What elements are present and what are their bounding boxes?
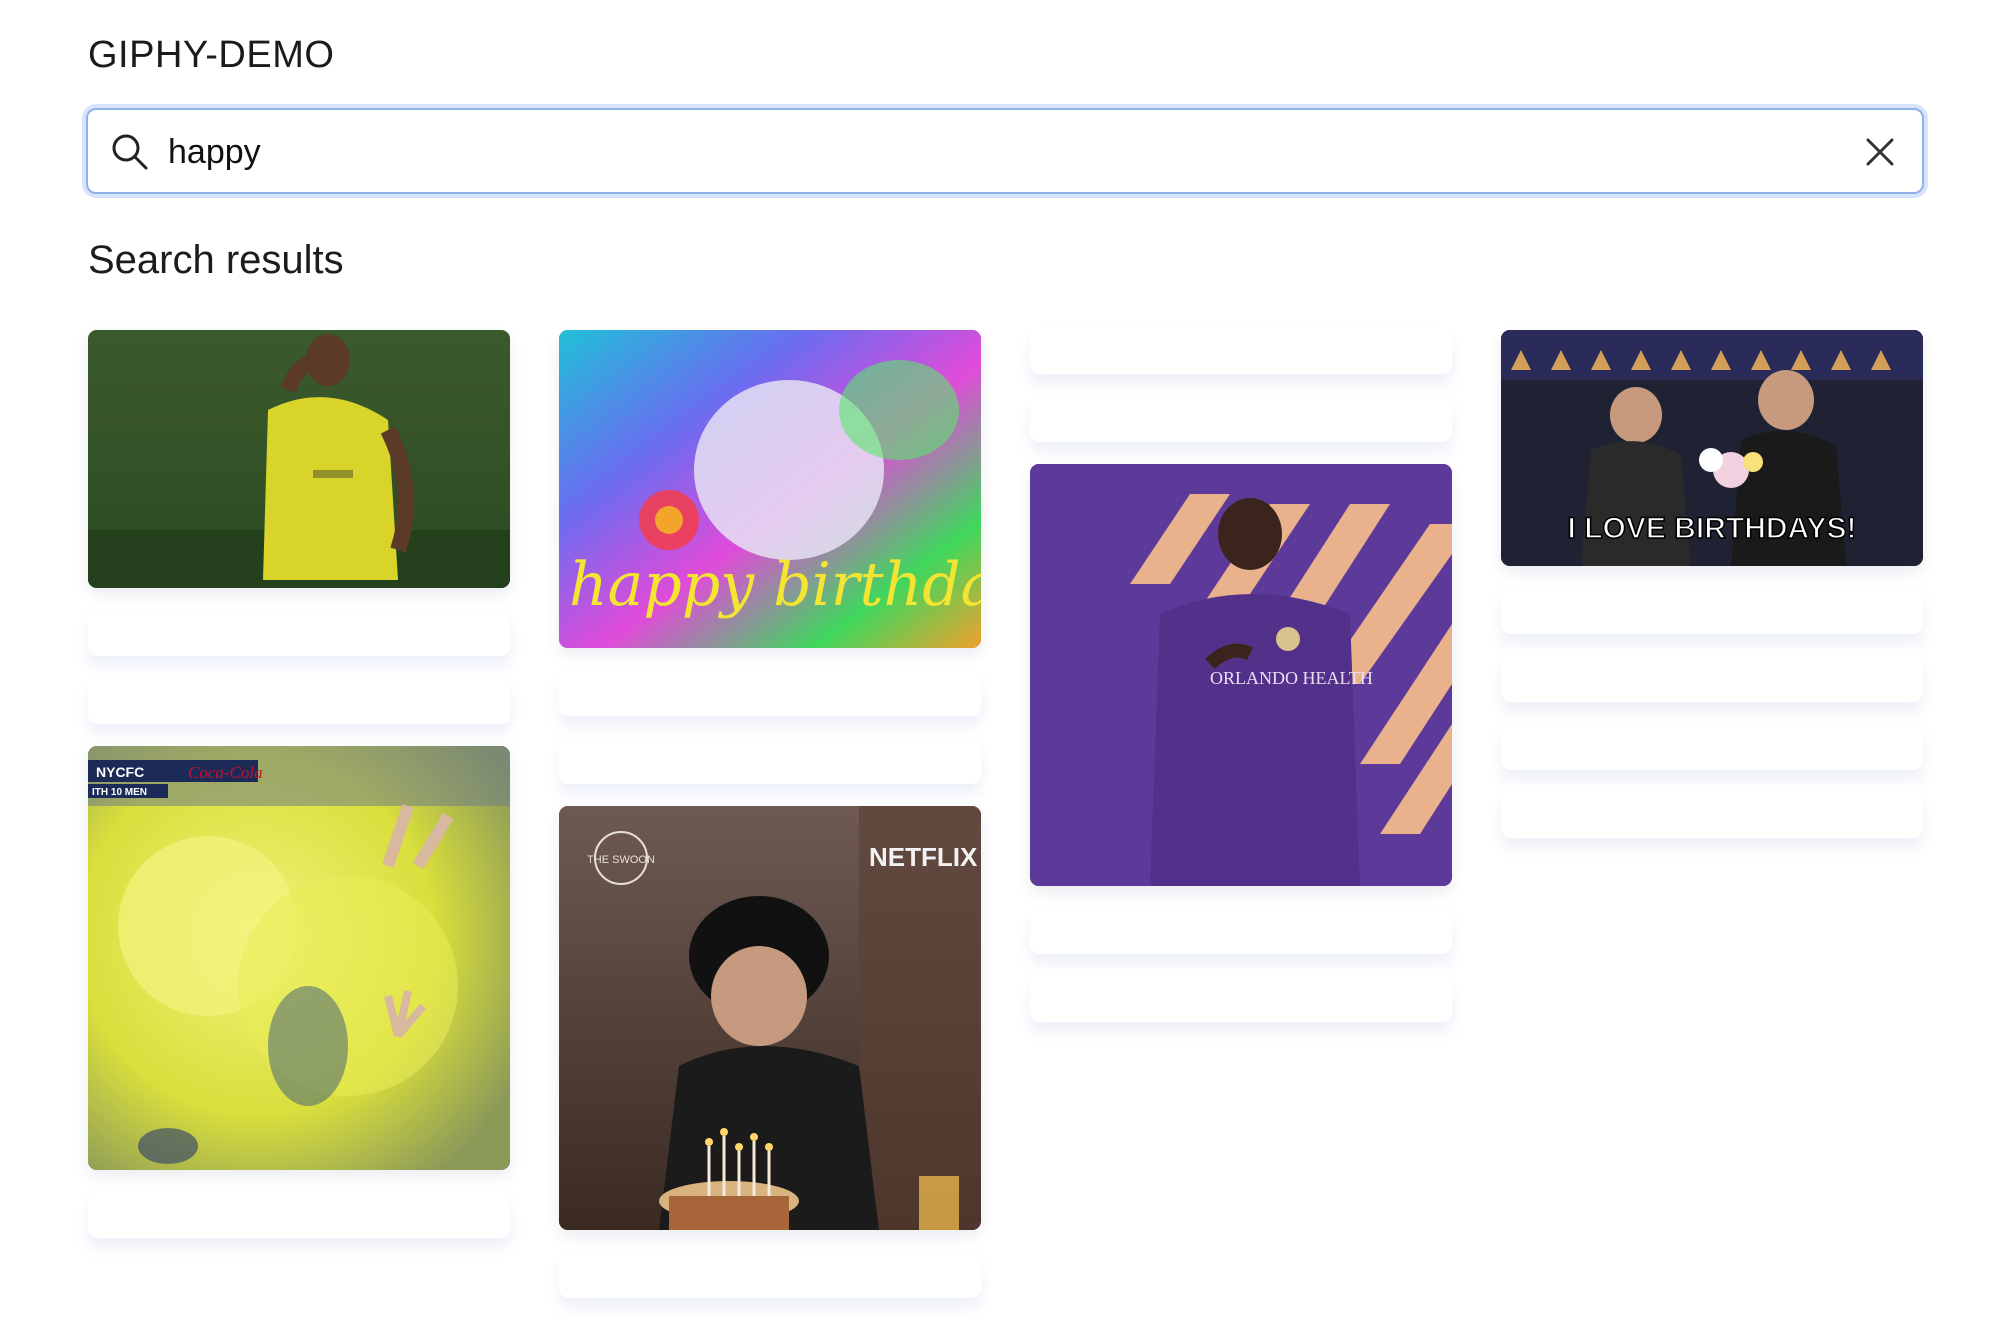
gif-placeholder: [1501, 792, 1923, 838]
gif-placeholder: [1030, 908, 1452, 954]
nycfc-label: NYCFC: [96, 764, 144, 780]
gif-placeholder: [1030, 396, 1452, 442]
orlando-health-label: ORLANDO HEALTH: [1210, 668, 1373, 688]
gif-card[interactable]: happy birthday: [559, 330, 981, 648]
results-column: ORLANDO HEALTH: [1030, 328, 1452, 1044]
gif-placeholder: [559, 1252, 981, 1298]
gif-card[interactable]: THE SWOON NETFLIX: [559, 806, 981, 1230]
gif-card[interactable]: [88, 330, 510, 588]
gif-placeholder: [88, 678, 510, 724]
gif-placeholder: [1501, 724, 1923, 770]
nycfc-sub-label: ITH 10 MEN: [92, 787, 147, 798]
results-column: NYCFC Coca-Cola ITH 10 MEN: [88, 330, 510, 1260]
gif-card[interactable]: ORLANDO HEALTH: [1030, 464, 1452, 886]
gif-placeholder: [88, 610, 510, 656]
birthday-caption: I LOVE BIRTHDAYS!: [1568, 512, 1857, 545]
results-grid: NYCFC Coca-Cola ITH 10 MEN happy birthd …: [0, 0, 2000, 1320]
gif-placeholder: [559, 738, 981, 784]
gif-placeholder: [1501, 588, 1923, 634]
gif-placeholder: [1030, 328, 1452, 374]
swoon-label: THE SWOON: [587, 854, 655, 866]
happy-birthday-script: happy birthday: [569, 550, 981, 620]
gif-placeholder: [1501, 656, 1923, 702]
gif-card[interactable]: NYCFC Coca-Cola ITH 10 MEN: [88, 746, 510, 1170]
results-column: I LOVE BIRTHDAYS!: [1501, 330, 1923, 860]
coke-label: Coca-Cola: [188, 763, 263, 782]
gif-card[interactable]: I LOVE BIRTHDAYS!: [1501, 330, 1923, 566]
results-column: happy birthday THE SWOON NETFLIX: [559, 330, 981, 1320]
gif-placeholder: [559, 670, 981, 716]
netflix-label: NETFLIX: [869, 842, 978, 872]
gif-placeholder: [88, 1192, 510, 1238]
gif-placeholder: [1030, 976, 1452, 1022]
